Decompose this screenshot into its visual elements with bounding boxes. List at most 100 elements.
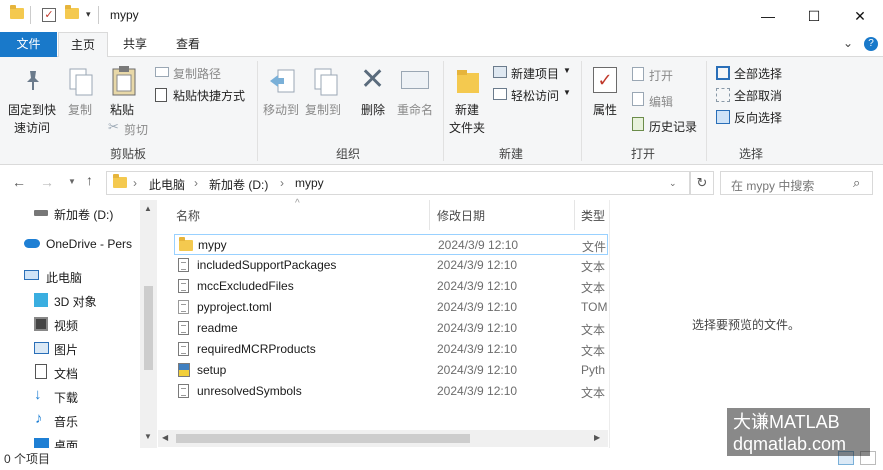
paste-button[interactable]: 粘贴 (110, 101, 134, 118)
file-date: 2024/3/9 12:10 (437, 363, 518, 377)
nav-item-drive-d[interactable]: 新加卷 (D:) (0, 202, 140, 224)
maximize-button[interactable]: ☐ (791, 0, 837, 32)
scroll-down-icon[interactable]: ▼ (144, 432, 152, 441)
open-button[interactable]: 打开 (649, 67, 673, 84)
nav-item-onedrive[interactable]: OneDrive - Pers (0, 233, 140, 255)
rename-icon (401, 71, 429, 89)
column-divider[interactable] (574, 200, 575, 230)
tab-view[interactable]: 查看 (163, 32, 213, 57)
horizontal-scrollbar-thumb[interactable] (176, 434, 470, 443)
move-to-button[interactable]: 移动到 (263, 101, 299, 118)
nav-item-downloads[interactable]: ↓ 下载 (0, 385, 140, 407)
properties-button[interactable]: 属性 (593, 101, 617, 118)
search-input[interactable]: 在 mypy 中搜索 ⌕ (720, 171, 873, 195)
minimize-button[interactable]: — (745, 0, 791, 32)
tab-share[interactable]: 共享 (110, 32, 160, 57)
properties-quick-icon[interactable]: ✓ (42, 8, 56, 22)
group-separator (443, 61, 444, 161)
nav-item-3d-objects[interactable]: 3D 对象 (0, 289, 140, 311)
breadcrumb-drive-d[interactable]: 新加卷 (D:) (209, 176, 268, 193)
nav-item-label: OneDrive - Pers (46, 237, 133, 251)
customize-quick-access-icon[interactable]: ▾ (86, 9, 91, 20)
up-arrow-icon[interactable]: ↑ (86, 172, 93, 188)
cut-button[interactable]: 剪切 (124, 121, 148, 138)
help-icon[interactable]: ? (864, 37, 878, 51)
file-row[interactable]: mccExcludedFiles 2024/3/9 12:10 文本 (174, 276, 608, 297)
breadcrumb-this-pc[interactable]: 此电脑 (149, 176, 185, 193)
tab-home[interactable]: 主页 (58, 32, 108, 58)
column-header-name[interactable]: 名称 (176, 207, 200, 224)
column-divider[interactable] (429, 200, 430, 230)
invert-selection-icon (716, 110, 730, 124)
back-arrow-icon[interactable]: ← (12, 174, 26, 190)
recent-locations-chevron-icon[interactable]: ▼ (68, 177, 76, 186)
ribbon: 固定到快 速访问 复制 粘贴 复制路径 粘贴快捷方式 ✂ 剪切 剪贴板 移动到 … (0, 57, 883, 165)
file-row[interactable]: unresolvedSymbols 2024/3/9 12:10 文本 (174, 381, 608, 402)
file-row[interactable]: readme 2024/3/9 12:10 文本 (174, 318, 608, 339)
nav-item-label: 3D 对象 (54, 295, 97, 309)
copy-to-button[interactable]: 复制到 (305, 101, 341, 118)
new-folder-icon (455, 67, 481, 98)
edit-button[interactable]: 编辑 (649, 93, 673, 110)
select-none-button[interactable]: 全部取消 (734, 87, 782, 104)
invert-selection-button[interactable]: 反向选择 (734, 109, 782, 126)
file-type: 文本 (581, 344, 606, 358)
refresh-icon[interactable]: ↻ (690, 171, 714, 195)
forward-arrow-icon[interactable]: → (40, 174, 54, 190)
text-file-icon (178, 279, 189, 293)
file-row[interactable]: setup 2024/3/9 12:10 Pyth (174, 360, 608, 381)
search-icon[interactable]: ⌕ (853, 175, 860, 191)
nav-item-label: 图片 (54, 343, 79, 357)
copy-to-icon (312, 67, 340, 100)
ribbon-collapse-icon[interactable]: ⌄ (843, 36, 853, 50)
column-header-type[interactable]: 类型 (581, 207, 605, 224)
breadcrumb-mypy[interactable]: mypy (295, 176, 324, 190)
breadcrumb-separator-icon[interactable]: › (194, 176, 198, 190)
scroll-left-icon[interactable]: ◀ (162, 433, 168, 442)
file-row[interactable]: requiredMCRProducts 2024/3/9 12:10 文本 (174, 339, 608, 360)
folder-icon (10, 5, 24, 19)
nav-scrollbar-thumb[interactable] (144, 286, 153, 370)
scroll-up-icon[interactable]: ▲ (144, 204, 152, 213)
file-type: Pyth (581, 363, 606, 377)
rename-button[interactable]: 重命名 (397, 101, 433, 118)
copy-path-button[interactable]: 复制路径 (173, 65, 221, 82)
file-row[interactable]: includedSupportPackages 2024/3/9 12:10 文… (174, 255, 608, 276)
easy-access-button[interactable]: 轻松访问 (511, 87, 559, 104)
close-button[interactable]: ✕ (837, 0, 883, 32)
nav-item-desktop[interactable]: 桌面 (0, 433, 140, 448)
select-all-button[interactable]: 全部选择 (734, 65, 782, 82)
new-item-button[interactable]: 新建项目 (511, 65, 559, 82)
tab-file[interactable]: 文件 (0, 32, 57, 57)
file-row[interactable]: pyproject.toml 2024/3/9 12:10 TOM (174, 297, 608, 318)
nav-item-pictures[interactable]: 图片 (0, 337, 140, 359)
group-separator (706, 61, 707, 161)
history-button[interactable]: 历史记录 (649, 118, 697, 135)
new-folder-button[interactable]: 新建 (455, 101, 479, 118)
nav-scrollbar[interactable]: ▲ ▼ (140, 200, 157, 448)
python-file-icon (178, 363, 190, 377)
file-list: ^ 名称 修改日期 类型 mypy 2024/3/9 12:10 文件 incl… (158, 198, 608, 448)
nav-item-label: 下载 (54, 391, 79, 405)
address-history-chevron-icon[interactable]: ⌄ (669, 178, 677, 189)
scroll-right-icon[interactable]: ▶ (594, 433, 600, 442)
address-bar[interactable]: › 此电脑 › 新加卷 (D:) › mypy ⌄ (106, 171, 690, 195)
breadcrumb-separator-icon[interactable]: › (133, 176, 137, 190)
breadcrumb-separator-icon[interactable]: › (280, 176, 284, 190)
paste-shortcut-button[interactable]: 粘贴快捷方式 (173, 87, 245, 104)
nav-item-this-pc[interactable]: 此电脑 (0, 265, 140, 287)
watermark-line-1: 大谦MATLAB (733, 412, 840, 432)
nav-item-label: 新加卷 (D:) (54, 208, 114, 222)
new-folder-quick-icon[interactable] (65, 5, 79, 19)
pin-to-quick-access-button[interactable]: 固定到快 (8, 101, 56, 118)
horizontal-scrollbar[interactable]: ◀ ▶ (158, 430, 608, 447)
file-row[interactable]: mypy 2024/3/9 12:10 文件 (174, 234, 608, 255)
column-header-date[interactable]: 修改日期 (437, 207, 485, 224)
nav-item-videos[interactable]: 视频 (0, 313, 140, 335)
copy-button[interactable]: 复制 (68, 101, 92, 118)
select-all-icon (716, 66, 730, 80)
nav-item-documents[interactable]: 文档 (0, 361, 140, 383)
delete-button[interactable]: 删除 (361, 101, 385, 118)
new-group-label: 新建 (498, 147, 523, 161)
nav-item-music[interactable]: ♪ 音乐 (0, 409, 140, 431)
